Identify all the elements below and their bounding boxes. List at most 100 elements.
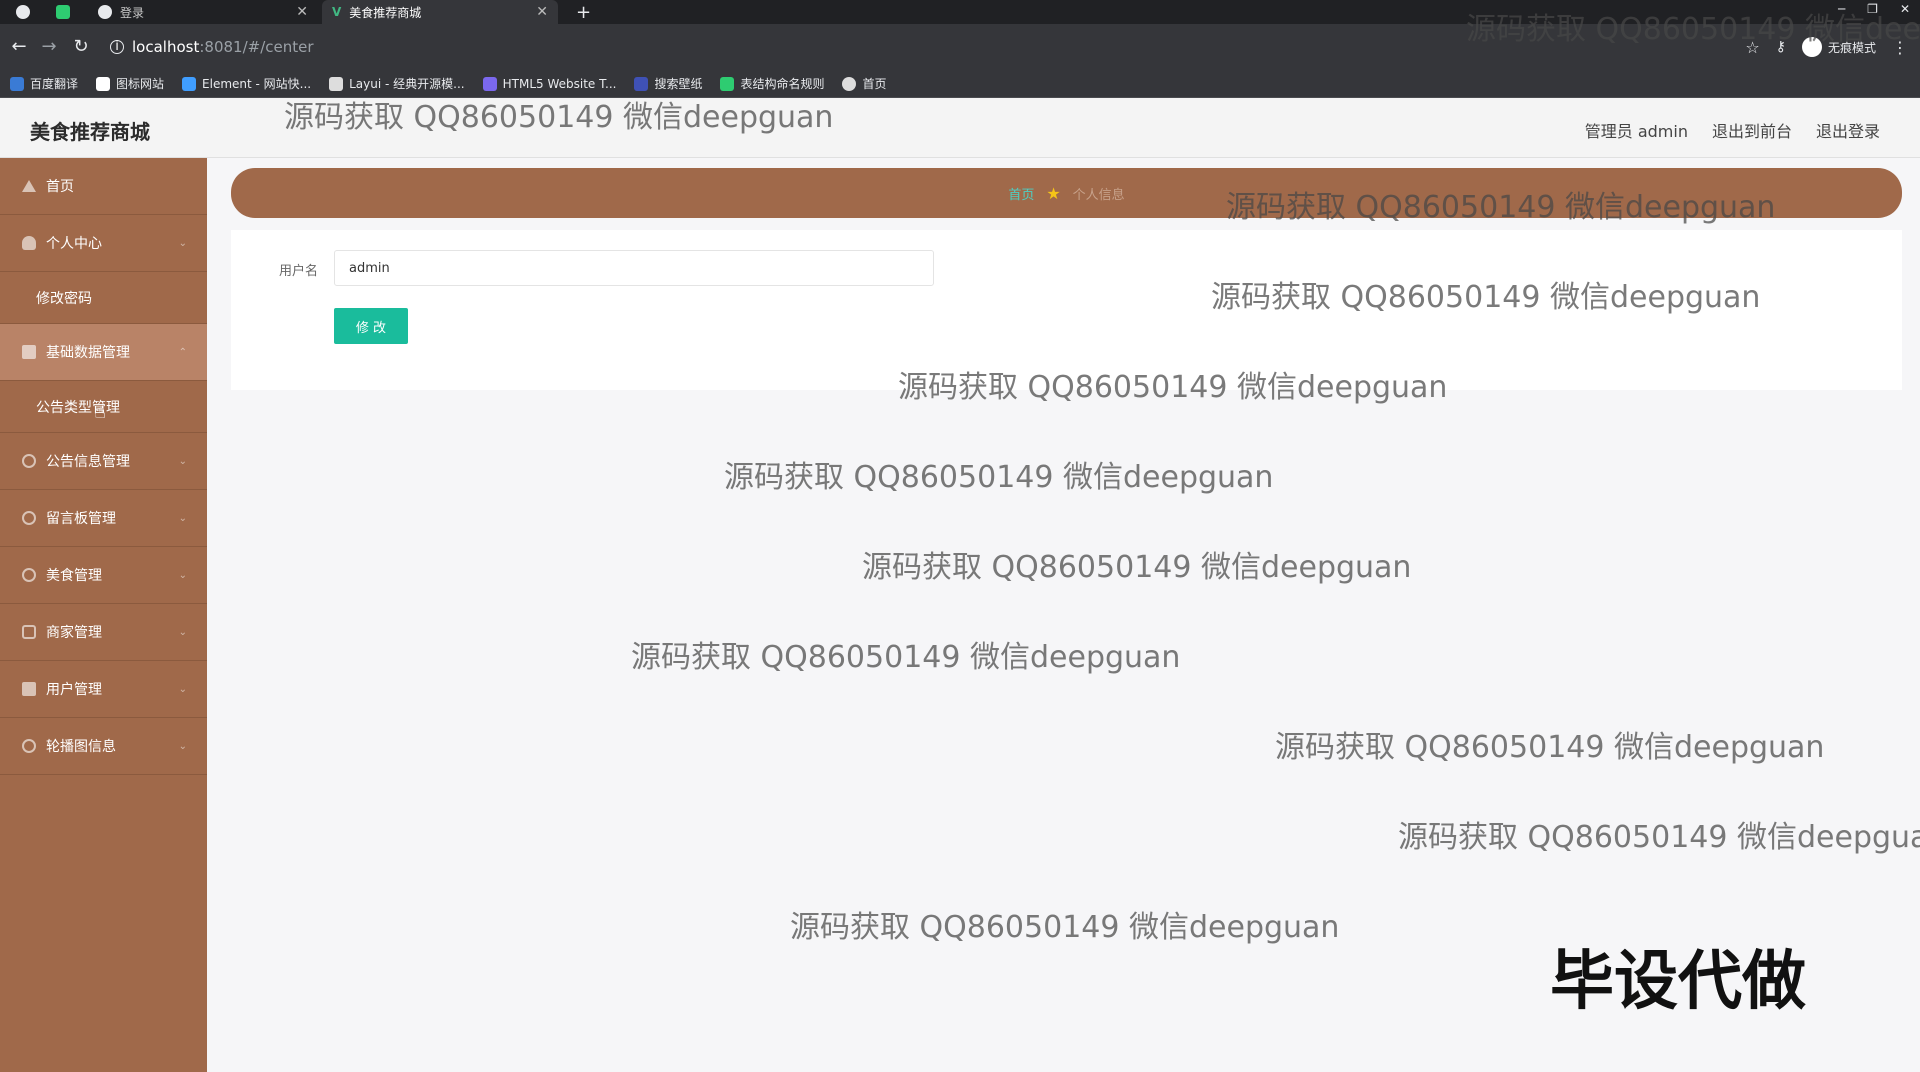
chevron-down-icon: ⌄ [178,512,187,524]
globe-icon [842,76,857,91]
sidebar-item-label: 首页 [46,179,74,195]
users-icon [22,682,36,696]
pinned-tab[interactable] [46,0,82,24]
sidebar: 首页 个人中心 ⌄ 修改密码 基础数据管理 ⌃ 公告类型管理 ☝ 公告信息管理 … [0,158,207,1072]
bookmark-label: HTML5 Website T... [502,76,617,91]
watermark-text: 源码获取 QQ86050149 微信deepguan [790,910,1340,945]
food-icon [22,568,36,582]
reload-icon[interactable]: ↻ [70,36,92,58]
sidebar-item-home[interactable]: 首页 [0,158,207,215]
sidebar-item-label: 轮播图信息 [46,739,116,755]
bookmark[interactable]: 图标网站 [96,75,164,92]
hand-cursor-icon: ☝ [94,399,107,423]
new-tab-button[interactable]: + [566,0,596,24]
bookmark[interactable]: Layui - 经典开源模... [329,75,465,92]
bookmark-label: 首页 [862,77,887,91]
chevron-down-icon: ⌄ [178,569,187,581]
chevron-down-icon: ⌄ [178,455,187,467]
sidebar-subitem-change-password[interactable]: 修改密码 [0,272,207,324]
tab-label: 登录 [120,5,145,20]
vue-icon: V [332,5,342,19]
bookmark-label: 搜索壁纸 [654,77,703,91]
watermark-text: 源码获取 QQ86050149 微信deepguan [724,460,1274,495]
globe-icon [98,5,112,19]
pinned-tab[interactable] [6,0,42,24]
sheet-icon [720,76,735,91]
info-icon: i [110,40,124,54]
home-icon [22,180,36,192]
header-links: 管理员 admin 退出到前台 退出登录 [1585,118,1880,142]
sidebar-item-notice-info[interactable]: 公告信息管理 ⌄ [0,433,207,490]
watermark-text: 源码获取 QQ86050149 微信deepguan [1466,12,1920,47]
sidebar-item-merchant[interactable]: 商家管理 ⌄ [0,604,207,661]
chevron-down-icon: ⌄ [178,626,187,638]
bookmark[interactable]: 表结构命名规则 [720,75,824,92]
sidebar-item-food[interactable]: 美食管理 ⌄ [0,547,207,604]
watermark-text: 源码获取 QQ86050149 微信deepguan [1226,190,1776,225]
sidebar-item-label: 修改密码 [36,290,92,307]
sidebar-item-basic-data[interactable]: 基础数据管理 ⌃ [0,324,207,381]
bookmark[interactable]: 搜索壁纸 [634,75,702,92]
username-input[interactable] [334,250,934,286]
globe-icon [16,5,30,19]
layui-icon [329,76,344,91]
watermark-text: 源码获取 QQ86050149 微信deepguan [1275,730,1825,765]
url-path: :8081/#/center [199,38,314,56]
breadcrumb-home[interactable]: 首页 [1008,184,1034,203]
user-icon [22,236,36,250]
watermark-text: 源码获取 QQ86050149 微信deepguan [1398,820,1920,855]
close-icon[interactable]: ✕ [296,4,308,20]
logout-link[interactable]: 退出登录 [1816,118,1880,142]
chevron-up-icon: ⌃ [178,346,187,358]
tab-food-mall[interactable]: V 美食推荐商城 ✕ [322,0,558,24]
sidebar-item-message-board[interactable]: 留言板管理 ⌄ [0,490,207,547]
sidebar-item-label: 个人中心 [46,236,102,252]
bookmark[interactable]: 首页 [842,75,887,92]
url-field[interactable]: i localhost:8081/#/center [110,34,314,60]
watermark-text: 源码获取 QQ86050149 微信deepguan [631,640,1181,675]
translate-icon [10,76,24,91]
sidebar-item-label: 用户管理 [46,682,102,698]
bookmark[interactable]: HTML5 Website T... [482,76,617,91]
breadcrumb-current: 个人信息 [1072,187,1125,203]
chevron-down-icon: ⌄ [178,740,187,752]
bookmark-label: 图标网站 [116,77,165,91]
chevron-down-icon: ⌄ [178,237,187,249]
close-icon[interactable]: ✕ [536,4,548,20]
bookmark-label: 百度翻译 [30,77,79,91]
tab-login[interactable]: 登录 ✕ [88,0,318,24]
app-title: 美食推荐商城 [30,120,150,144]
sheet-icon [56,5,70,19]
bookmark[interactable]: Element - 网站快... [182,75,311,92]
sidebar-item-carousel[interactable]: 轮播图信息 ⌄ [0,718,207,775]
sidebar-item-label: 公告信息管理 [46,454,130,470]
current-user: 管理员 admin [1584,122,1688,141]
watermark-text: 源码获取 QQ86050149 微信deepguan [862,550,1412,585]
sidebar-item-label: 商家管理 [46,625,102,641]
flag-icon [96,76,111,91]
bookmark-label: Element - 网站快... [202,77,312,91]
back-icon[interactable]: ← [8,36,30,58]
message-icon [22,511,36,525]
bookmark[interactable]: 百度翻译 [10,75,78,92]
sidebar-item-label: 留言板管理 [46,511,116,527]
forward-icon[interactable]: → [38,36,60,58]
sidebar-subitem-notice-type[interactable]: 公告类型管理 ☝ [0,381,207,433]
grid-icon [22,345,36,359]
store-icon [22,625,36,639]
chevron-down-icon: ⌄ [178,683,187,695]
sidebar-item-users[interactable]: 用户管理 ⌄ [0,661,207,718]
url-host: localhost [132,38,200,56]
back-to-front-link[interactable]: 退出到前台 [1712,118,1792,142]
bookmark-label: 表结构命名规则 [740,77,825,91]
sidebar-item-label: 基础数据管理 [46,345,130,361]
username-label: 用户名 [279,264,319,279]
image-icon [22,739,36,753]
sidebar-item-label: 美食管理 [46,568,102,584]
tab-label: 美食推荐商城 [349,5,422,20]
sidebar-item-label: 公告类型管理 [36,399,120,416]
submit-button[interactable]: 修 改 [334,308,408,344]
notice-icon [22,454,36,468]
sidebar-item-profile[interactable]: 个人中心 ⌄ [0,215,207,272]
element-icon [182,76,197,91]
